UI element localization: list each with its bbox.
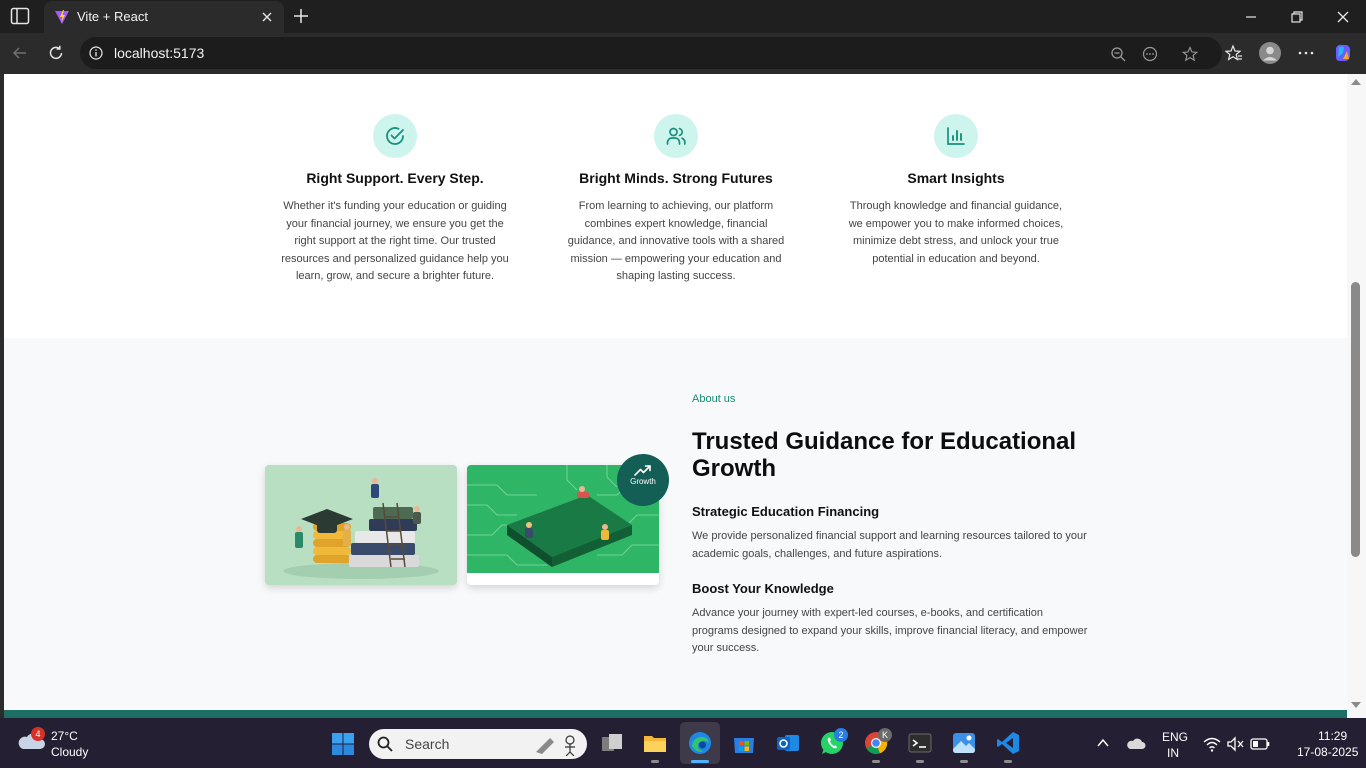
windows-taskbar: 4 27°C Cloudy Search 2 K ENG IN 11:29 17…: [0, 718, 1366, 768]
terminal-running-indicator: [916, 760, 924, 763]
close-tab-icon[interactable]: [260, 10, 274, 24]
photos-running-indicator: [960, 760, 968, 763]
growth-badge: Growth: [617, 454, 669, 506]
feature-icon-circle: [934, 114, 978, 158]
volume-muted-icon[interactable]: [1226, 736, 1244, 752]
growth-badge-label: Growth: [630, 477, 656, 486]
chrome-running-indicator: [872, 760, 880, 763]
input-region[interactable]: IN: [1167, 746, 1179, 760]
vite-logo-icon: [55, 10, 69, 24]
feature-title: Right Support. Every Step.: [306, 170, 484, 186]
zoom-out-icon[interactable]: [1110, 46, 1126, 62]
users-icon: [666, 127, 686, 145]
page-viewport: Right Support. Every Step. Whether it's …: [0, 74, 1366, 718]
chrome-profile-badge: K: [878, 728, 892, 742]
feature-icon-circle: [654, 114, 698, 158]
onedrive-cloud-icon[interactable]: [1126, 736, 1146, 750]
feature-description: From learning to achieving, our platform…: [567, 200, 785, 282]
whatsapp-notification-badge: 2: [834, 728, 848, 742]
scroll-down-arrow-icon[interactable]: [1351, 702, 1361, 708]
feature-description: Whether it's funding your education or g…: [281, 200, 509, 282]
vscode-icon[interactable]: [995, 730, 1021, 756]
browser-tab-bar: Vite + React: [0, 0, 1366, 33]
weather-notification-badge: 4: [31, 727, 45, 741]
feature-bright-minds: Bright Minds. Strong Futures From learni…: [556, 114, 796, 286]
bar-chart-icon: [947, 127, 965, 145]
clock-time[interactable]: 11:29: [1318, 729, 1347, 743]
browser-tab-active[interactable]: Vite + React: [44, 1, 284, 33]
feature-description: Through knowledge and financial guidance…: [848, 200, 1064, 265]
trending-up-icon: [634, 465, 651, 476]
taskbar-search-box[interactable]: Search: [369, 729, 587, 759]
window-left-border: [0, 74, 4, 718]
about-item-text: We provide personalized financial suppor…: [692, 530, 1087, 560]
weather-condition[interactable]: Cloudy: [51, 745, 88, 759]
tab-title: Vite + React: [77, 9, 148, 24]
url-text: localhost:5173: [114, 45, 205, 61]
education-finance-illustration: [265, 465, 457, 585]
more-page-actions-icon[interactable]: [1142, 46, 1158, 62]
about-item-text: Advance your journey with expert-led cou…: [692, 607, 1088, 654]
footer-top-edge: [4, 710, 1347, 718]
close-window-icon[interactable]: [1335, 9, 1351, 25]
weather-temperature[interactable]: 27°C: [51, 729, 78, 743]
refresh-icon[interactable]: [47, 44, 65, 62]
profile-avatar-icon[interactable]: [1259, 42, 1281, 64]
address-bar[interactable]: localhost:5173: [80, 37, 1222, 69]
about-kicker: About us: [692, 393, 736, 405]
about-section: Growth About us Trusted Guidance for Edu…: [4, 338, 1347, 710]
tab-actions-icon[interactable]: [10, 7, 30, 25]
copilot-icon[interactable]: [1333, 43, 1353, 63]
feature-right-support: Right Support. Every Step. Whether it's …: [275, 114, 515, 286]
settings-more-icon[interactable]: [1297, 44, 1315, 62]
check-circle-icon: [386, 127, 404, 145]
back-arrow-icon[interactable]: [11, 44, 29, 62]
search-placeholder: Search: [405, 736, 450, 752]
task-view-icon[interactable]: [599, 730, 625, 756]
feature-title: Smart Insights: [907, 170, 1005, 186]
photos-icon[interactable]: [951, 730, 977, 756]
vscode-running-indicator: [1004, 760, 1012, 763]
scroll-up-arrow-icon[interactable]: [1351, 79, 1361, 85]
microsoft-store-icon[interactable]: [731, 730, 757, 756]
about-item-heading: Strategic Education Financing: [692, 504, 880, 519]
windows-start-icon[interactable]: [331, 732, 355, 756]
about-title: Trusted Guidance for Educational Growth: [692, 428, 1077, 482]
edge-active-indicator: [691, 760, 709, 763]
scrollbar-thumb[interactable]: [1351, 282, 1360, 557]
new-tab-icon[interactable]: [292, 7, 310, 25]
about-item-heading: Boost Your Knowledge: [692, 581, 834, 596]
edge-browser-icon[interactable]: [687, 730, 713, 756]
feature-smart-insights: Smart Insights Through knowledge and fin…: [836, 114, 1076, 268]
battery-icon[interactable]: [1250, 737, 1270, 751]
terminal-icon[interactable]: [907, 730, 933, 756]
minimize-icon[interactable]: [1243, 9, 1259, 25]
outlook-icon[interactable]: [775, 730, 801, 756]
favorites-icon[interactable]: [1225, 44, 1243, 62]
show-hidden-icons-chevron-icon[interactable]: [1096, 736, 1110, 750]
file-explorer-icon[interactable]: [642, 730, 668, 756]
input-language[interactable]: ENG: [1162, 730, 1188, 744]
browser-toolbar: localhost:5173: [0, 33, 1366, 74]
site-info-icon[interactable]: [89, 46, 103, 60]
restore-icon[interactable]: [1289, 9, 1305, 25]
favorite-star-icon[interactable]: [1182, 46, 1198, 62]
search-highlight-icon: [536, 735, 575, 756]
file-explorer-running-indicator: [651, 760, 659, 763]
feature-title: Bright Minds. Strong Futures: [579, 170, 773, 186]
search-icon: [377, 736, 393, 752]
clock-date[interactable]: 17-08-2025: [1297, 745, 1358, 759]
wifi-icon[interactable]: [1203, 736, 1221, 752]
feature-icon-circle: [373, 114, 417, 158]
